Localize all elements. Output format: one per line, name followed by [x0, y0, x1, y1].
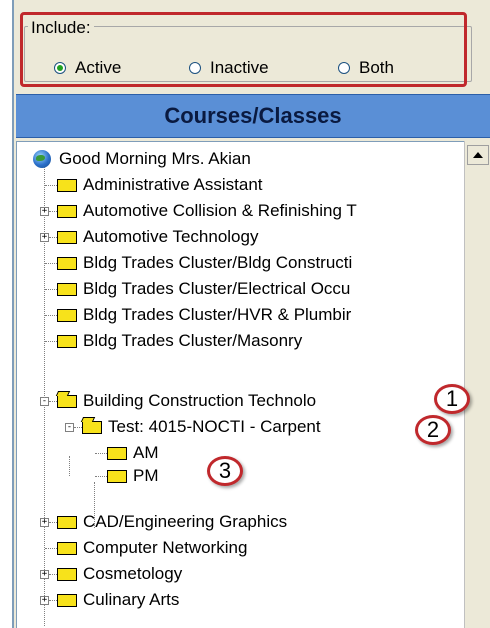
tree-root[interactable]: Good Morning Mrs. Akian [33, 146, 251, 172]
tree-item[interactable]: Bldg Trades Cluster/Bldg Constructi [57, 250, 352, 276]
tree-item-label: Culinary Arts [83, 590, 180, 609]
tree-item[interactable]: Bldg Trades Cluster/Masonry [57, 328, 302, 354]
collapse-minus-icon[interactable]: - [65, 423, 74, 432]
tree-item-expanded[interactable]: Building Construction Technolo [57, 388, 316, 414]
tree-item[interactable]: Automotive Collision & Refinishing T [57, 198, 357, 224]
tree-item-label: Computer Networking [83, 538, 248, 557]
tree-item-label: Test: 4015-NOCTI - Carpent [108, 417, 321, 436]
tree-connector [49, 401, 57, 402]
folder-icon [57, 567, 77, 581]
courses-classes-header: Courses/Classes [16, 94, 490, 138]
tree-item-label: Administrative Assistant [83, 175, 263, 194]
tree-item[interactable]: Bldg Trades Cluster/Electrical Occu [57, 276, 350, 302]
tree-connector [49, 211, 57, 212]
tree-scrollbar[interactable] [464, 141, 490, 628]
tree-item[interactable]: Culinary Arts [57, 587, 179, 613]
tree-connector [49, 237, 57, 238]
courses-window: Include: Active Inactive Both Courses/Cl… [14, 0, 490, 628]
open-folder-icon [82, 420, 102, 434]
tree-item[interactable]: Administrative Assistant [57, 172, 263, 198]
folder-icon [57, 541, 77, 555]
tree-connector [45, 315, 57, 316]
tree-connector [45, 341, 57, 342]
tree-item-label: Bldg Trades Cluster/Masonry [83, 331, 303, 350]
tree-item-test[interactable]: Test: 4015-NOCTI - Carpent [82, 414, 321, 440]
expand-plus-icon[interactable]: + [40, 518, 49, 527]
tree-item-label: Building Construction Technolo [83, 391, 317, 410]
folder-icon [57, 204, 77, 218]
tree-connector [45, 263, 57, 264]
globe-icon [33, 150, 51, 168]
expand-plus-icon[interactable]: + [40, 233, 49, 242]
folder-icon [57, 334, 77, 348]
tree-connector [45, 185, 57, 186]
tree-connector [74, 427, 82, 428]
tree-connector [49, 574, 57, 575]
collapse-minus-icon[interactable]: - [40, 397, 49, 406]
tree-item[interactable]: Automotive Technology [57, 224, 258, 250]
tree-item[interactable]: Bldg Trades Cluster/HVR & Plumbir [57, 302, 351, 328]
tree-connector [49, 522, 57, 523]
tree-connector [45, 289, 57, 290]
folder-icon [57, 256, 77, 270]
course-tree[interactable]: Good Morning Mrs. Akian Administrative A… [16, 141, 465, 628]
folder-icon [107, 446, 127, 460]
scroll-up-arrow-icon[interactable] [467, 145, 489, 165]
tree-item[interactable]: Cosmetology [57, 561, 182, 587]
tree-item[interactable]: CAD/Engineering Graphics [57, 509, 287, 535]
tree-item-label: AM [133, 443, 159, 462]
folder-icon [57, 230, 77, 244]
tree-item-label: PM [133, 466, 159, 485]
tree-item-label: Bldg Trades Cluster/Bldg Constructi [83, 253, 353, 272]
folder-icon [107, 469, 127, 483]
include-highlight-annotation [20, 12, 467, 87]
expand-plus-icon[interactable]: + [40, 570, 49, 579]
folder-icon [57, 593, 77, 607]
folder-icon [57, 515, 77, 529]
tree-connector [49, 600, 57, 601]
callout-1: 1 [434, 384, 470, 414]
tree-connector [95, 476, 107, 477]
tree-item-label: Automotive Technology [83, 227, 259, 246]
folder-icon [57, 282, 77, 296]
expand-plus-icon[interactable]: + [40, 207, 49, 216]
callout-3: 3 [207, 456, 243, 486]
tree-connector [69, 456, 70, 476]
folder-icon [57, 178, 77, 192]
tree-item-pm[interactable]: PM [107, 463, 159, 489]
expand-plus-icon[interactable]: + [40, 596, 49, 605]
tree-root-label: Good Morning Mrs. Akian [59, 149, 251, 168]
tree-item-label: CAD/Engineering Graphics [83, 512, 288, 531]
open-folder-icon [57, 394, 77, 408]
tree-item-label: Cosmetology [83, 564, 183, 583]
callout-2: 2 [415, 415, 451, 445]
tree-item-label: Automotive Collision & Refinishing T [83, 201, 357, 220]
tree-connector [95, 453, 107, 454]
folder-icon [57, 308, 77, 322]
tree-item-label: Bldg Trades Cluster/Electrical Occu [83, 279, 351, 298]
tree-item-label: Bldg Trades Cluster/HVR & Plumbir [83, 305, 352, 324]
tree-connector [45, 548, 57, 549]
tree-item[interactable]: Computer Networking [57, 535, 247, 561]
